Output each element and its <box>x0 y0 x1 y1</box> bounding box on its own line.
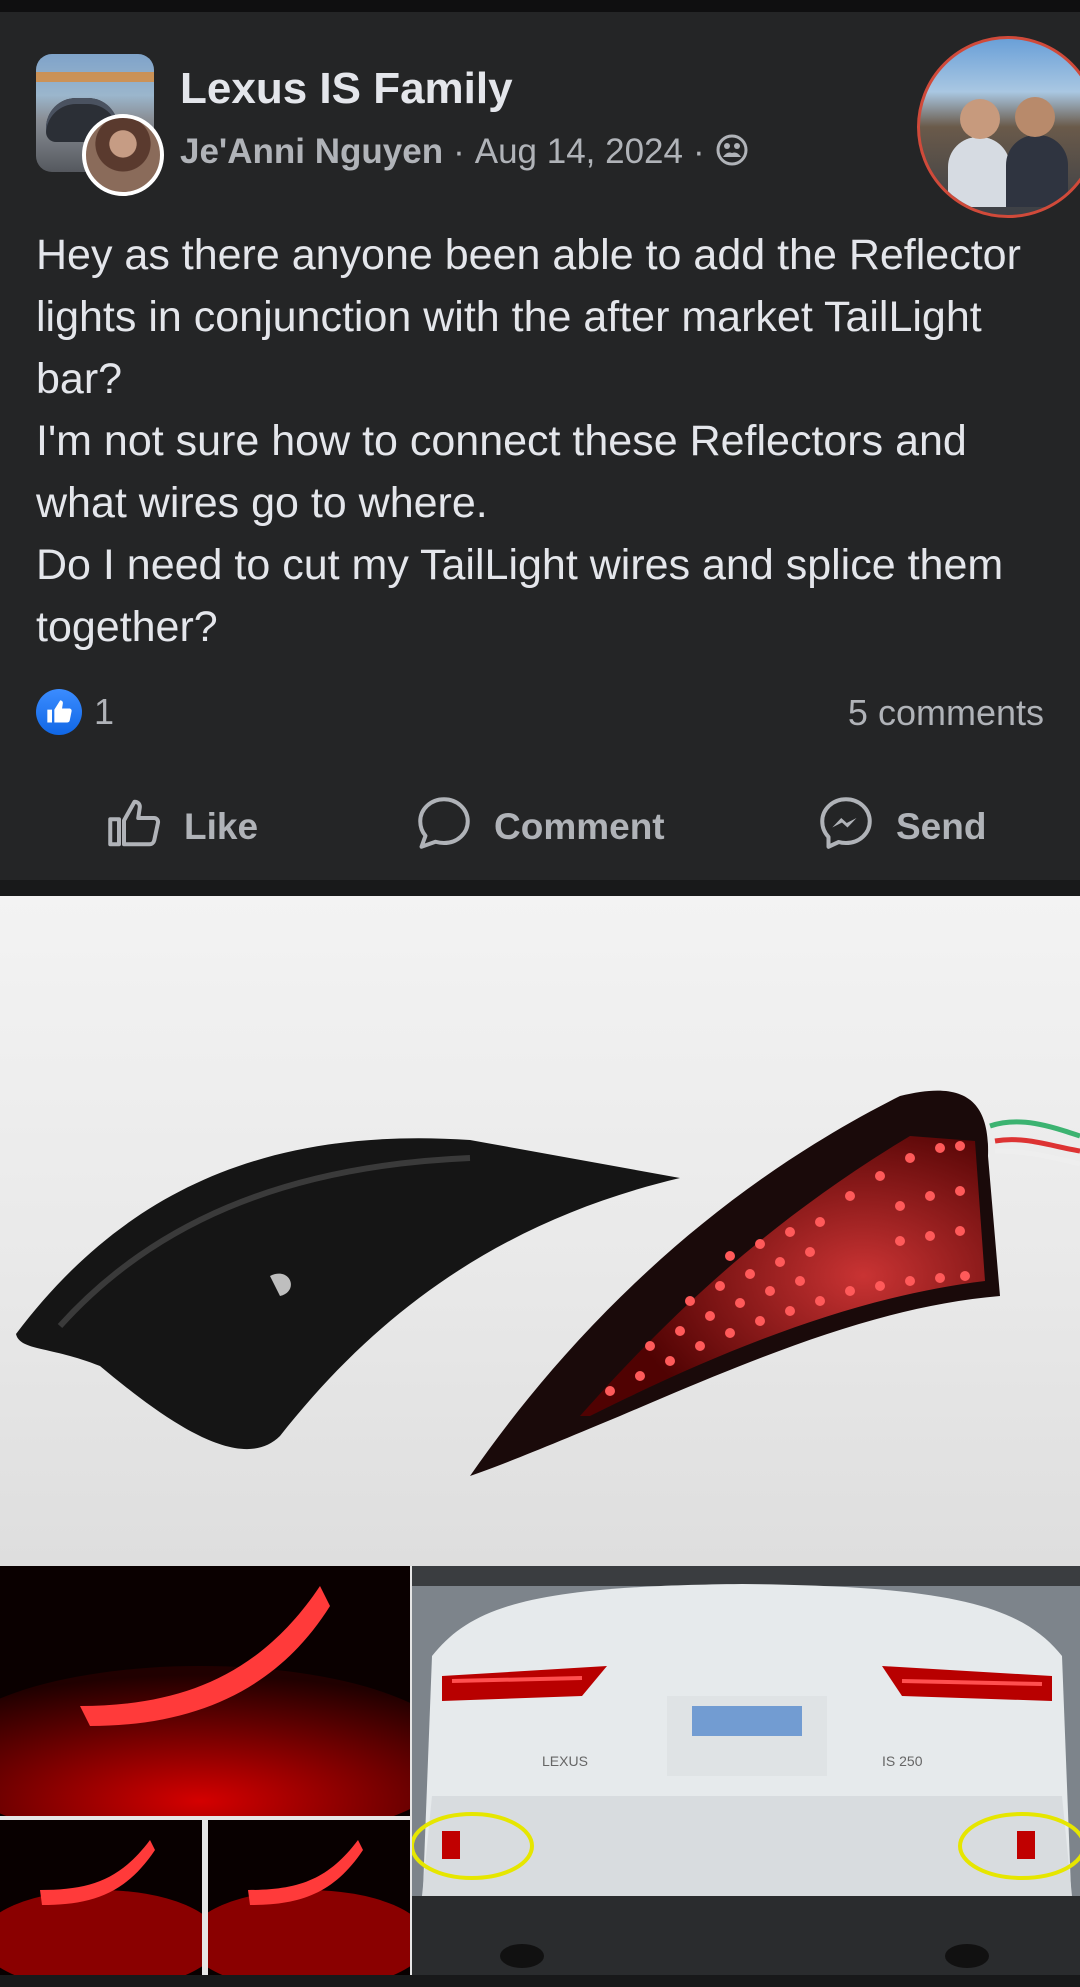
reaction-count: 1 <box>94 691 115 732</box>
post-paragraph: I'm not sure how to connect these Reflec… <box>36 417 967 527</box>
post-photo-glow-small[interactable] <box>0 1820 202 1975</box>
post-meta: Je'Anni Nguyen · Aug 14, 2024 · <box>180 132 749 176</box>
reflector-lights-photo <box>16 1090 1080 1476</box>
status-strip <box>0 0 1080 12</box>
like-reaction-icon <box>36 689 82 735</box>
meta-separator: · <box>693 132 705 171</box>
bottom-strip <box>0 1975 1080 1987</box>
avatar-figure <box>948 137 1010 207</box>
like-label: Like <box>184 806 259 847</box>
post-photo-main[interactable] <box>0 896 1080 1566</box>
thumbs-up-icon <box>104 793 184 862</box>
post-photo-glow-small[interactable] <box>208 1820 410 1975</box>
left-reflector-installed <box>442 1831 460 1859</box>
section-divider <box>0 880 1080 896</box>
lexus-rear-photo: LEXUS IS 250 <box>412 1566 1080 1975</box>
avatar-background <box>36 72 154 82</box>
right-reflector-installed <box>1017 1831 1035 1859</box>
like-button[interactable]: Like <box>104 782 258 872</box>
send-label: Send <box>896 806 987 847</box>
avatar-figure <box>1006 135 1068 207</box>
post-photo-glow[interactable] <box>0 1566 410 1816</box>
post-paragraph: Hey as there anyone been able to add the… <box>36 231 1021 403</box>
post-photo-car-rear[interactable]: LEXUS IS 250 <box>412 1566 1080 1975</box>
photo-gutter <box>410 1566 412 1987</box>
comment-bubble-icon <box>414 793 494 862</box>
commenter-avatar[interactable] <box>917 36 1080 218</box>
glowing-reflector-photo-small <box>208 1820 410 1975</box>
post-actions: Like Comment Send <box>0 782 1080 872</box>
post-paragraph: Do I need to cut my TailLight wires and … <box>36 541 1004 651</box>
post-date[interactable]: Aug 14, 2024 <box>475 132 683 171</box>
post-body: Hey as there anyone been able to add the… <box>36 224 1036 658</box>
messenger-icon <box>816 793 896 862</box>
comment-label: Comment <box>494 806 665 847</box>
reactions-summary[interactable]: 1 <box>36 688 114 736</box>
car-badge-right: IS 250 <box>882 1753 923 1769</box>
meta-separator: · <box>453 132 465 171</box>
group-name[interactable]: Lexus IS Family <box>180 64 513 114</box>
author-name[interactable]: Je'Anni Nguyen <box>180 132 443 171</box>
photo-gutter <box>202 1816 208 1987</box>
glowing-reflector-photo-small <box>0 1820 202 1975</box>
comment-button[interactable]: Comment <box>414 782 665 872</box>
group-privacy-icon <box>715 133 749 176</box>
glowing-reflector-photo <box>0 1566 410 1816</box>
send-button[interactable]: Send <box>816 782 986 872</box>
author-avatar[interactable] <box>82 114 164 196</box>
avatar-face <box>960 99 1000 139</box>
post-card: Lexus IS Family Je'Anni Nguyen · Aug 14, 2… <box>0 12 1080 880</box>
car-badge-left: LEXUS <box>542 1753 588 1769</box>
avatar-face <box>1015 97 1055 137</box>
comments-count[interactable]: 5 comments <box>848 692 1044 734</box>
